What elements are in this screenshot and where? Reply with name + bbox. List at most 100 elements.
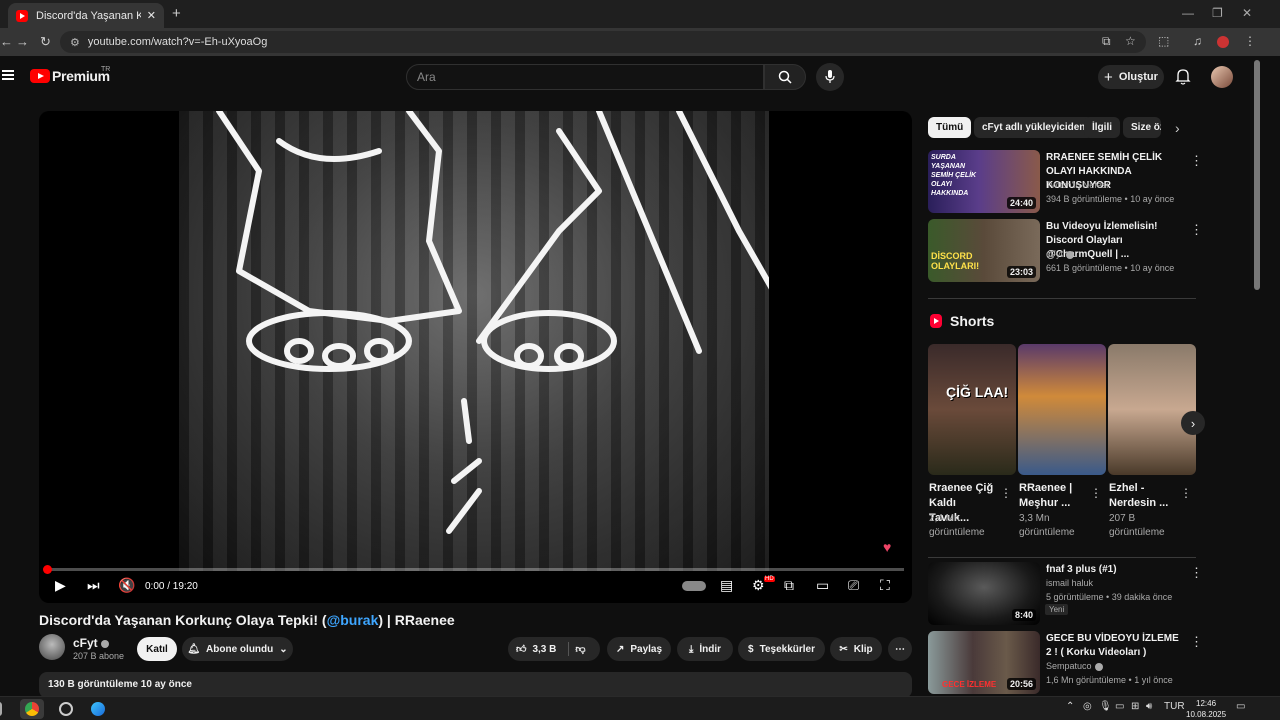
profile-avatar[interactable]: [1217, 36, 1229, 48]
play-icon[interactable]: ▶: [55, 577, 66, 594]
forward-icon[interactable]: →: [16, 34, 29, 49]
more-options-icon[interactable]: ⋮: [1090, 486, 1102, 500]
chevron-right-icon[interactable]: ›: [1175, 120, 1180, 136]
like-count[interactable]: 3,3 B: [532, 644, 556, 655]
app-taskbar-icon[interactable]: [54, 699, 78, 719]
clip-button[interactable]: ✂ Klip: [830, 637, 882, 661]
restore-icon[interactable]: ❐: [1212, 6, 1223, 20]
create-button[interactable]: + Oluştur: [1098, 65, 1164, 89]
cast-icon[interactable]: ⎚: [848, 577, 859, 594]
channel-watermark-icon[interactable]: ♥: [883, 539, 891, 555]
video-thumbnail[interactable]: GECE İZLEME 20:56: [928, 631, 1040, 694]
window-close-icon[interactable]: ✕: [1242, 6, 1252, 20]
chip-all[interactable]: Tümü: [928, 117, 972, 138]
autoplay-toggle[interactable]: [682, 581, 706, 591]
short-thumbnail[interactable]: [1018, 344, 1106, 475]
tray-display-icon[interactable]: ⊞: [1131, 701, 1139, 712]
description-box[interactable]: 130 B görüntüleme 10 ay önce: [39, 672, 912, 698]
more-options-icon[interactable]: ⋮: [1190, 153, 1203, 169]
media-control-icon[interactable]: ♫: [1193, 34, 1202, 48]
shorts-next-button[interactable]: ›: [1181, 411, 1205, 435]
progress-bar[interactable]: [47, 568, 904, 571]
notifications-bell-icon[interactable]: [1175, 68, 1191, 85]
extensions-icon[interactable]: ⬚: [1158, 34, 1169, 48]
next-icon[interactable]: ⏭: [87, 577, 100, 594]
more-options-icon[interactable]: ⋮: [1180, 486, 1192, 500]
tray-volume-icon[interactable]: 🔊︎: [1146, 701, 1152, 712]
subtitles-icon[interactable]: ▤: [720, 577, 733, 594]
like-icon[interactable]: 👍︎: [516, 643, 526, 655]
more-options-icon[interactable]: ⋮: [1190, 634, 1203, 650]
dislike-icon[interactable]: 👎︎: [575, 643, 585, 655]
tab-close-icon[interactable]: ✕: [147, 9, 156, 22]
user-avatar[interactable]: [1211, 66, 1233, 88]
download-button[interactable]: ⤓ İndir: [677, 637, 733, 661]
install-app-icon[interactable]: ⧉: [1102, 34, 1111, 49]
channel-name[interactable]: cFyt: [73, 636, 109, 650]
theater-mode-icon[interactable]: ▭: [816, 577, 829, 594]
search-button[interactable]: [764, 64, 806, 90]
voice-search-button[interactable]: [816, 63, 844, 91]
minimize-icon[interactable]: —: [1182, 6, 1194, 20]
new-tab-button[interactable]: +: [172, 5, 181, 22]
more-options-icon[interactable]: ⋮: [1190, 565, 1203, 581]
short-thumbnail[interactable]: ÇİĞ LAA!: [928, 344, 1016, 475]
site-info-icon[interactable]: ⚙: [70, 36, 80, 49]
channel-name[interactable]: Twitch'in Nefesi: [1046, 180, 1108, 190]
video-player[interactable]: ♥ ▶ ⏭ 🔇 0:00 / 19:20 ▤ ⚙ HD ⧉ ▭ ⎚ ⛶: [39, 111, 912, 603]
short-thumbnail[interactable]: [1108, 344, 1196, 475]
video-thumbnail[interactable]: DİSCORD OLAYLARI! 23:03: [928, 219, 1040, 282]
page-scrollbar[interactable]: [1254, 60, 1260, 290]
miniplayer-icon[interactable]: ⧉: [784, 577, 794, 594]
reload-icon[interactable]: ↻: [40, 34, 51, 50]
address-bar[interactable]: ⚙ youtube.com/watch?v=-Eh-uXyoaOg: [60, 31, 1146, 53]
subscribed-button[interactable]: 🔔︎ Abone olundu ⌄: [182, 637, 293, 661]
join-button[interactable]: Katıl: [137, 637, 177, 661]
fullscreen-icon[interactable]: ⛶: [880, 577, 890, 594]
channel-name[interactable]: Sempatuco: [1046, 661, 1103, 671]
system-clock[interactable]: 12:46 10.08.2025: [1186, 698, 1226, 720]
recommendation-item[interactable]: SURDA YAŞANAN SEMİH ÇELİK OLAYI HAKKINDA…: [928, 150, 1203, 214]
channel-avatar[interactable]: [39, 634, 65, 660]
chip-related[interactable]: İlgili: [1084, 117, 1120, 138]
recommendation-item[interactable]: GECE İZLEME 20:56 GECE BU VİDEOYU İZLEME…: [928, 631, 1203, 695]
channel-name[interactable]: ismail haluk: [1046, 578, 1093, 588]
recommendation-item[interactable]: 8:40 fnaf 3 plus (#1) ismail haluk 5 gör…: [928, 562, 1203, 626]
video-title[interactable]: GECE BU VİDEOYU İZLEME 2 ! ( Korku Video…: [1046, 632, 1186, 660]
notification-center-icon[interactable]: ▭: [1236, 701, 1245, 712]
mute-icon[interactable]: 🔇: [118, 577, 135, 594]
browser-tab[interactable]: Discord'da Yaşanan Korkunç Ol ✕: [8, 3, 164, 28]
share-button[interactable]: ↗ Paylaş: [607, 637, 671, 661]
more-options-icon[interactable]: ⋮: [1190, 222, 1203, 238]
chrome-taskbar-icon[interactable]: [20, 699, 44, 719]
tray-network-icon[interactable]: ▭: [1115, 701, 1124, 712]
video-title[interactable]: fnaf 3 plus (#1): [1046, 563, 1186, 577]
tray-mic-icon[interactable]: 🎙︎: [1099, 701, 1112, 712]
progress-scrubber[interactable]: [43, 565, 52, 574]
more-options-icon[interactable]: ⋮: [1000, 486, 1012, 500]
chip-for-you[interactable]: Size öz: [1123, 117, 1161, 138]
start-button[interactable]: [0, 702, 2, 716]
create-label: Oluştur: [1118, 71, 1158, 83]
youtube-logo-icon[interactable]: [30, 69, 50, 83]
short-title[interactable]: Ezhel - Nerdesin ...: [1109, 481, 1179, 511]
channel-name[interactable]: cFyt: [1046, 249, 1074, 259]
more-actions-button[interactable]: ⋯: [888, 637, 912, 661]
bookmark-star-icon[interactable]: ☆: [1125, 34, 1136, 48]
edge-taskbar-icon[interactable]: [86, 699, 110, 719]
title-mention-link[interactable]: @burak: [327, 612, 379, 628]
tray-app-icon[interactable]: ◎: [1083, 701, 1092, 712]
browser-menu-icon[interactable]: ⋮: [1244, 34, 1256, 48]
recommendation-item[interactable]: DİSCORD OLAYLARI! 23:03 Bu Videoyu İzlem…: [928, 219, 1203, 283]
hamburger-menu-icon[interactable]: [2, 70, 14, 80]
thanks-button[interactable]: $ Teşekkürler: [738, 637, 825, 661]
video-thumbnail[interactable]: SURDA YAŞANAN SEMİH ÇELİK OLAYI HAKKINDA…: [928, 150, 1040, 213]
language-indicator[interactable]: TUR: [1164, 701, 1185, 712]
back-icon[interactable]: ←: [0, 34, 13, 49]
tray-chevron-icon[interactable]: ⌃: [1066, 701, 1074, 712]
video-thumbnail[interactable]: 8:40: [928, 562, 1040, 625]
short-title[interactable]: RRaenee | Meşhur ...: [1019, 481, 1089, 511]
settings-gear-icon[interactable]: ⚙: [752, 577, 765, 594]
search-input[interactable]: Ara: [406, 64, 764, 90]
chip-from-uploader[interactable]: cFyt adlı yükleyiciden: [974, 117, 1094, 138]
